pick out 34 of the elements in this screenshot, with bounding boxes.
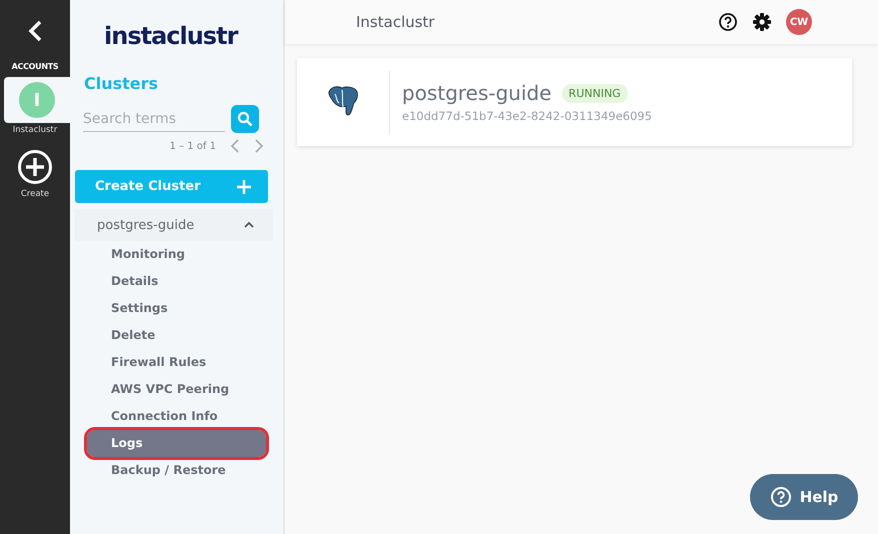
account-name: Instaclustr — [12, 125, 58, 135]
back-icon[interactable] — [27, 20, 43, 44]
menu-item[interactable]: Connection Info — [87, 403, 266, 430]
menu-item[interactable]: Monitoring — [87, 241, 266, 268]
cluster-id: e10dd77d-51b7-43e2-8242-0311349e6095 — [402, 109, 652, 123]
menu-item[interactable]: Details — [87, 268, 266, 295]
menu-item[interactable]: AWS VPC Peering — [87, 376, 266, 403]
account-avatar: I — [19, 82, 55, 118]
user-avatar[interactable]: CW — [786, 9, 812, 35]
search-icon — [237, 111, 253, 127]
logo: instaclustr — [104, 22, 239, 50]
plus-icon — [236, 178, 252, 194]
cluster-group-header[interactable]: postgres-guide — [75, 209, 273, 241]
menu-item[interactable]: Delete — [87, 322, 266, 349]
cluster-name: postgres-guide — [97, 218, 194, 232]
status-badge: RUNNING — [562, 84, 628, 102]
menu-item[interactable]: Logs — [87, 430, 266, 457]
account-title: Instaclustr — [356, 13, 436, 31]
menu-item[interactable]: Backup / Restore — [87, 457, 266, 484]
create-label: Create — [20, 189, 50, 199]
menu-item[interactable]: Firewall Rules — [87, 349, 266, 376]
pagination-text: 1 – 1 of 1 — [170, 140, 216, 152]
add-icon[interactable] — [17, 149, 53, 185]
settings-icon[interactable] — [752, 12, 772, 32]
help-button[interactable]: Help — [750, 474, 858, 520]
section-label: ACCOUNTS — [12, 62, 58, 71]
help-icon[interactable] — [718, 12, 738, 32]
menu-item[interactable]: Settings — [87, 295, 266, 322]
cluster-title: postgres-guide — [402, 81, 552, 105]
cluster-card[interactable]: postgres-guide RUNNING e10dd77d-51b7-43e2-8242-0311349e6095 — [297, 58, 852, 146]
search-field[interactable]: Search terms — [83, 106, 225, 132]
chevron-icon — [243, 221, 255, 229]
help-icon — [770, 486, 792, 508]
clusters-heading: Clusters — [84, 74, 160, 93]
